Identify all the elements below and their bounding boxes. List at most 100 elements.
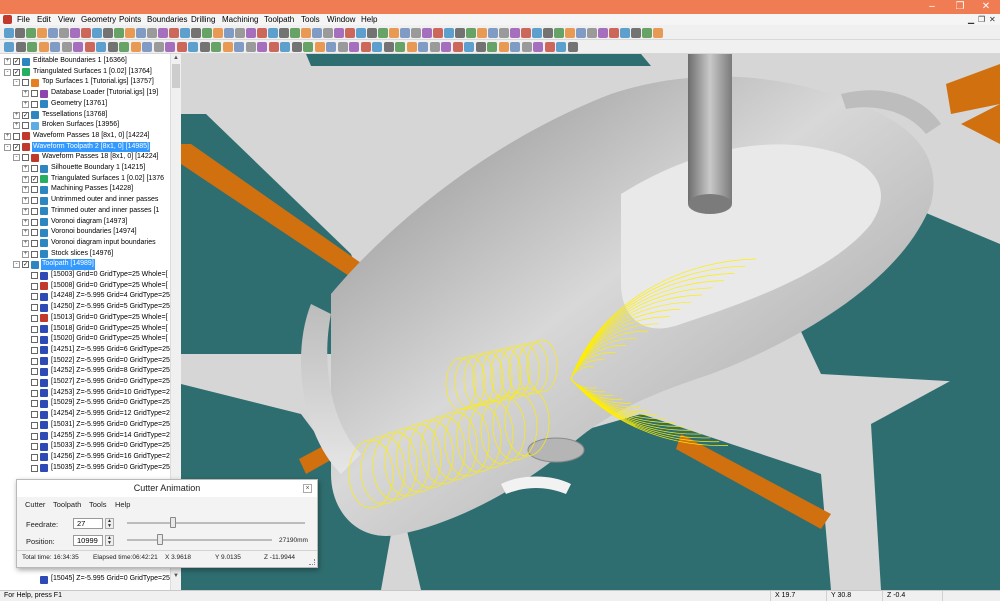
tree-row[interactable]: [14254] Z=-5.995 Grid=12 GridType=2 (0, 409, 170, 420)
visibility-checkbox[interactable]: ✓ (13, 143, 20, 151)
view-tool-25-icon[interactable] (280, 42, 290, 52)
main-tool-32-icon[interactable] (345, 28, 355, 38)
main-tool-3-icon[interactable] (26, 28, 36, 38)
main-tool-36-icon[interactable] (389, 28, 399, 38)
tree-row[interactable]: + Untrimmed outer and inner passes (0, 195, 170, 206)
mdi-close-icon[interactable]: ✕ (989, 14, 996, 25)
expand-icon[interactable]: + (13, 111, 20, 119)
view-tool-34-icon[interactable] (383, 42, 394, 52)
menu-toolpath[interactable]: Toolpath (264, 14, 294, 25)
view-tool-31-icon[interactable] (349, 42, 359, 52)
tree-row[interactable]: [15035] Z=-5.995 Grid=0 GridType=25 (0, 463, 170, 474)
view-tool-18-icon[interactable] (199, 42, 210, 52)
main-tool-20-icon[interactable] (213, 28, 223, 38)
main-tool-28-icon[interactable] (301, 28, 311, 38)
tree-row[interactable]: + Database Loader [Tutorial.igs] [19] (0, 88, 170, 99)
expand-icon[interactable]: + (22, 175, 29, 183)
position-slider-track[interactable] (127, 539, 272, 541)
resize-grip[interactable] (309, 559, 315, 565)
tree-row[interactable]: [15013] Grid=0 GridType=25 Whole=[ (0, 313, 170, 324)
main-tool-23-icon[interactable] (246, 28, 256, 38)
main-tool-45-icon[interactable] (488, 28, 498, 38)
view-tool-47-icon[interactable] (533, 42, 543, 52)
view-tool-8-icon[interactable] (84, 42, 95, 52)
main-tool-8-icon[interactable] (81, 28, 91, 38)
visibility-checkbox[interactable] (31, 186, 38, 194)
view-tool-26-icon[interactable] (291, 42, 302, 52)
main-tool-42-icon[interactable] (455, 28, 465, 38)
dialog-menu-cutter[interactable]: Cutter (25, 500, 45, 509)
expand-icon[interactable]: + (22, 207, 29, 215)
menu-file[interactable]: File (17, 14, 30, 25)
menu-machining[interactable]: Machining (222, 14, 258, 25)
tree-row[interactable]: + Waveform Passes 18 [8x1, 0] [14224] (0, 131, 170, 142)
view-tool-15-icon[interactable] (165, 42, 175, 52)
tree-row[interactable]: [14255] Z=-5.995 Grid=14 GridType=2 (0, 431, 170, 442)
visibility-checkbox[interactable] (31, 100, 38, 108)
view-tool-37-icon[interactable] (418, 42, 428, 52)
visibility-checkbox[interactable] (31, 357, 38, 365)
tree-row[interactable]: [15003] Grid=0 GridType=25 Whole=[ (0, 270, 170, 281)
main-tool-60-icon[interactable] (653, 28, 663, 38)
expand-icon[interactable]: + (13, 122, 20, 130)
minimize-button[interactable]: – (920, 0, 944, 14)
view-tool-36-icon[interactable] (406, 42, 417, 52)
expand-icon[interactable]: + (22, 218, 29, 226)
main-tool-51-icon[interactable] (554, 28, 564, 38)
main-tool-49-icon[interactable] (532, 28, 542, 38)
view-tool-10-icon[interactable] (107, 42, 118, 52)
main-tool-10-icon[interactable] (103, 28, 113, 38)
view-tool-3-icon[interactable] (27, 42, 37, 52)
mdi-minimize-icon[interactable]: ▁ (968, 14, 974, 25)
close-button[interactable]: ✕ (974, 0, 998, 14)
view-tool-32-icon[interactable] (360, 42, 371, 52)
expand-icon[interactable]: + (22, 90, 29, 98)
position-spinner[interactable]: ▲ ▼ (105, 535, 114, 546)
main-tool-50-icon[interactable] (543, 28, 553, 38)
view-tool-43-icon[interactable] (487, 42, 497, 52)
view-tool-40-icon[interactable] (452, 42, 463, 52)
view-tool-1-icon[interactable] (4, 42, 14, 52)
tree-row[interactable]: - ✓ Triangulated Surfaces 1 [0.02] [13764] (0, 67, 170, 78)
tree-row[interactable]: - ✓ Toolpath [14989] (0, 259, 170, 270)
menu-geometry[interactable]: Geometry (81, 14, 116, 25)
tree-row[interactable]: [15045] Z=-5.995 Grid=0 GridType=25 (0, 574, 170, 585)
visibility-checkbox[interactable] (31, 207, 38, 215)
main-tool-47-icon[interactable] (510, 28, 520, 38)
visibility-checkbox[interactable] (31, 229, 38, 237)
main-tool-19-icon[interactable] (202, 28, 212, 38)
main-tool-15-icon[interactable] (158, 28, 168, 38)
visibility-checkbox[interactable] (31, 421, 38, 429)
visibility-checkbox[interactable] (31, 336, 38, 344)
main-tool-54-icon[interactable] (587, 28, 597, 38)
visibility-checkbox[interactable]: ✓ (31, 175, 38, 183)
tree-row[interactable]: [15029] Z=-5.995 Grid=0 GridType=25 (0, 398, 170, 409)
tree-row[interactable]: - ✓ Waveform Toolpath 2 [8x1, 0] [14985] (0, 141, 170, 153)
view-tool-29-icon[interactable] (326, 42, 336, 52)
feedrate-slider-thumb[interactable] (169, 517, 176, 528)
view-tool-48-icon[interactable] (544, 42, 555, 52)
main-tool-9-icon[interactable] (92, 28, 102, 38)
visibility-checkbox[interactable] (31, 453, 38, 461)
view-tool-45-icon[interactable] (510, 42, 520, 52)
main-tool-31-icon[interactable] (334, 28, 344, 38)
tree-row[interactable]: + ✓ Editable Boundaries 1 [16366] (0, 56, 170, 67)
main-tool-11-icon[interactable] (114, 28, 124, 38)
main-tool-48-icon[interactable] (521, 28, 531, 38)
main-tool-13-icon[interactable] (136, 28, 146, 38)
view-tool-6-icon[interactable] (61, 42, 72, 52)
main-tool-2-icon[interactable] (15, 28, 25, 38)
main-tool-5-icon[interactable] (48, 28, 58, 38)
tree-row[interactable]: + Trimmed outer and inner passes [1 (0, 206, 170, 217)
visibility-checkbox[interactable] (31, 165, 38, 172)
tree-row[interactable]: [14252] Z=-5.995 Grid=8 GridType=25 (0, 366, 170, 377)
main-tool-25-icon[interactable] (268, 28, 278, 38)
main-tool-37-icon[interactable] (400, 28, 410, 38)
tree-row[interactable]: [14251] Z=-5.995 Grid=6 GridType=25 (0, 345, 170, 356)
tree-row[interactable]: - Top Surfaces 1 [Tutorial.igs] [13757] (0, 77, 170, 88)
tree-row[interactable]: + Stock slices [14976] (0, 249, 170, 260)
main-tool-26-icon[interactable] (279, 28, 289, 38)
visibility-checkbox[interactable] (31, 400, 38, 408)
visibility-checkbox[interactable] (31, 90, 38, 98)
view-tool-4-icon[interactable] (38, 42, 49, 52)
